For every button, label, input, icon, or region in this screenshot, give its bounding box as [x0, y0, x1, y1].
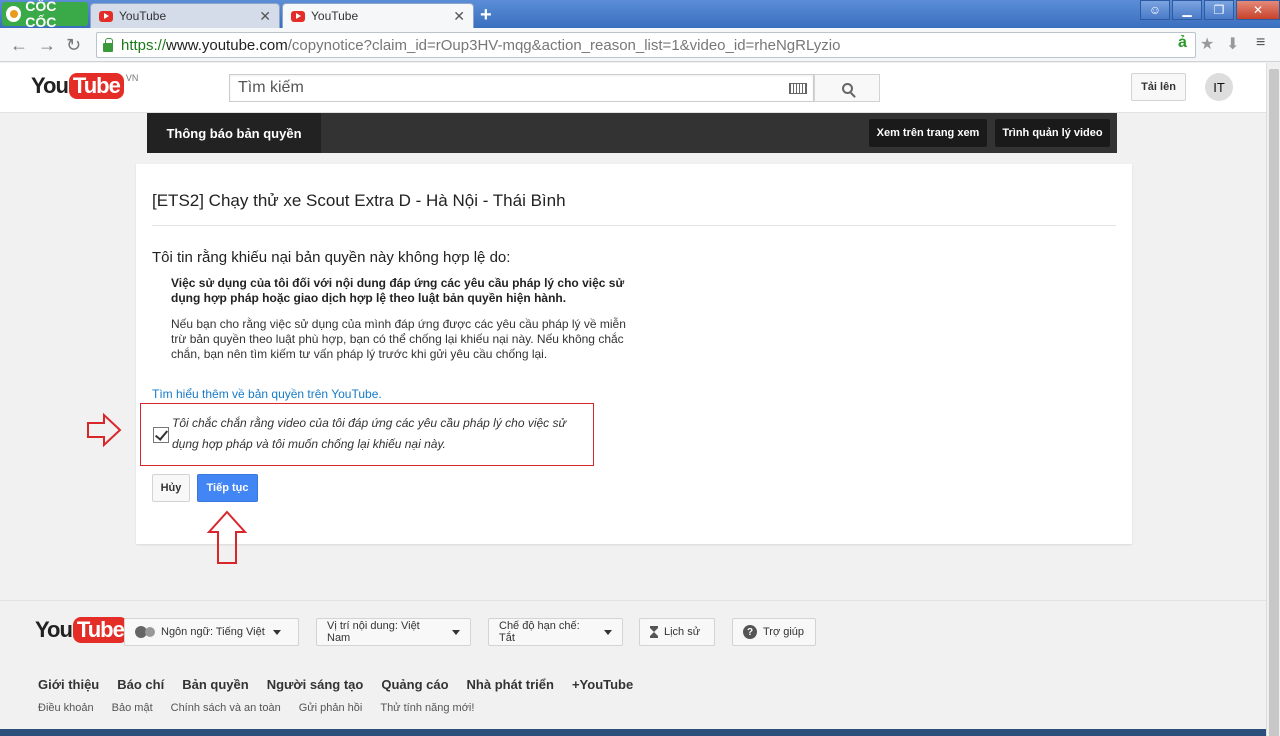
- url-path: /copynotice?claim_id=rOup3HV-mqg&action_…: [287, 36, 841, 54]
- youtube-logo[interactable]: You Tube VN: [31, 73, 138, 99]
- copyright-nav-bar: Thông báo bản quyền Xem trên trang xem T…: [147, 113, 1117, 153]
- lock-icon: [103, 37, 113, 52]
- browser-brand[interactable]: CỐC CỐC: [2, 0, 88, 30]
- footer-link-privacy[interactable]: Bảo mật: [112, 702, 153, 714]
- footer-links-primary: Giới thiệu Báo chí Bản quyền Người sáng …: [38, 677, 633, 692]
- address-bar[interactable]: https://www.youtube.com/copynotice?claim…: [96, 32, 1196, 58]
- footer-link-policy-safety[interactable]: Chính sách và an toàn: [171, 702, 281, 714]
- search-button[interactable]: [814, 74, 880, 102]
- confirm-checkbox[interactable]: [153, 427, 169, 443]
- language-button[interactable]: Ngôn ngữ: Tiếng Việt: [124, 618, 299, 646]
- dispute-lead: Tôi tin rằng khiếu nại bản quyền này khô…: [152, 249, 511, 266]
- bookmark-star-icon[interactable]: ★: [1200, 34, 1214, 54]
- menu-icon[interactable]: ≡: [1256, 34, 1265, 52]
- url-scheme: https://: [121, 36, 167, 54]
- keyboard-icon[interactable]: [789, 83, 807, 94]
- youtube-favicon-icon: [291, 10, 305, 22]
- footer-link-press[interactable]: Báo chí: [117, 677, 164, 692]
- chevron-down-icon: [604, 629, 612, 635]
- confirm-text: Tôi chắc chắn rằng video của tôi đáp ứng…: [172, 416, 567, 451]
- language-label: Ngôn ngữ: Tiếng Việt: [161, 626, 265, 638]
- reload-icon[interactable]: ↻: [66, 35, 81, 56]
- footer-youtube-logo[interactable]: You Tube: [35, 617, 128, 643]
- footer-link-copyright[interactable]: Bản quyền: [182, 677, 248, 692]
- footer-link-terms[interactable]: Điều khoản: [38, 702, 94, 714]
- dispute-card: [ETS2] Chạy thử xe Scout Extra D - Hà Nộ…: [136, 164, 1132, 544]
- chevron-down-icon: [272, 629, 281, 635]
- tab-title: YouTube: [311, 9, 359, 23]
- close-icon[interactable]: ✕: [259, 8, 271, 25]
- language-icon: [135, 626, 155, 638]
- cancel-button[interactable]: Hủy: [152, 474, 190, 502]
- url-host: www.youtube.com: [166, 36, 288, 54]
- footer-links-secondary: Điều khoản Bảo mật Chính sách và an toàn…: [38, 702, 474, 714]
- reason-heading: Việc sử dụng của tôi đối với nội dung đá…: [171, 276, 625, 305]
- forward-icon[interactable]: →: [38, 35, 56, 56]
- chevron-down-icon: [452, 629, 460, 635]
- scrollbar-thumb[interactable]: [1269, 69, 1279, 736]
- logo-region: VN: [125, 73, 139, 83]
- footer-link-plus-youtube[interactable]: +YouTube: [572, 677, 633, 692]
- confirmation-highlight: Tôi chắc chắn rằng video của tôi đáp ứng…: [140, 403, 594, 466]
- reason-detail: Nếu bạn cho rằng việc sử dụng của mình đ…: [171, 317, 626, 361]
- continue-button[interactable]: Tiếp tục: [197, 474, 258, 502]
- os-taskbar: [0, 729, 1266, 736]
- restore-icon[interactable]: ❐: [1204, 0, 1234, 20]
- learn-more-link[interactable]: Tìm hiểu thêm về bản quyền trên YouTube.: [152, 387, 382, 401]
- browser-tab-2[interactable]: YouTube ✕: [282, 3, 474, 28]
- close-icon[interactable]: ✕: [453, 8, 465, 25]
- logo-you: You: [31, 73, 69, 98]
- avatar[interactable]: IT: [1205, 73, 1233, 101]
- footer-link-about[interactable]: Giới thiệu: [38, 677, 99, 692]
- watch-page-button[interactable]: Xem trên trang xem: [869, 119, 987, 147]
- history-button[interactable]: Lịch sử: [639, 618, 715, 646]
- hourglass-icon: [650, 626, 658, 638]
- content-location-label: Vị trí nội dung: Việt Nam: [327, 620, 420, 644]
- browser-titlebar: CỐC CỐC YouTube ✕ YouTube ✕ + ☺ ▁ ❐ ✕: [0, 0, 1280, 30]
- download-icon[interactable]: ⬇: [1226, 34, 1239, 54]
- footer-link-try-new[interactable]: Thử tính năng mới!: [380, 702, 474, 714]
- search-placeholder: Tìm kiếm: [238, 79, 304, 96]
- search-input[interactable]: Tìm kiếm: [229, 74, 814, 102]
- video-title: [ETS2] Chạy thử xe Scout Extra D - Hà Nộ…: [152, 191, 1116, 226]
- footer-link-advertise[interactable]: Quảng cáo: [381, 677, 448, 692]
- dictionary-icon[interactable]: ả: [1178, 34, 1187, 52]
- help-icon: ?: [743, 625, 757, 639]
- coccoc-logo-icon: [6, 6, 22, 22]
- tab-title: YouTube: [119, 9, 167, 23]
- new-tab-button[interactable]: +: [480, 4, 492, 27]
- restricted-mode-label: Chế độ hạn chế: Tắt: [499, 620, 580, 644]
- logo-tube: Tube: [68, 73, 124, 99]
- search-icon: [841, 82, 853, 94]
- page-scrollbar[interactable]: [1266, 63, 1280, 736]
- youtube-header: You Tube VN Tìm kiếm Tải lên IT: [0, 63, 1266, 113]
- help-label: Trợ giúp: [763, 626, 805, 638]
- window-close-icon[interactable]: ✕: [1236, 0, 1280, 20]
- youtube-favicon-icon: [99, 10, 113, 22]
- page-title: Thông báo bản quyền: [147, 113, 321, 153]
- browser-toolbar: ← → ↻ https://www.youtube.com/copynotice…: [0, 28, 1280, 62]
- browser-tab-1[interactable]: YouTube ✕: [90, 3, 280, 28]
- logo-you: You: [35, 617, 73, 642]
- up-arrow-annotation-icon: [206, 510, 248, 564]
- logo-tube: Tube: [72, 617, 128, 643]
- footer-link-developers[interactable]: Nhà phát triển: [467, 677, 554, 692]
- right-arrow-annotation-icon: [87, 412, 122, 448]
- user-icon[interactable]: ☺: [1140, 0, 1170, 20]
- upload-button[interactable]: Tải lên: [1131, 73, 1186, 101]
- video-manager-button[interactable]: Trình quản lý video: [995, 119, 1110, 147]
- content-location-button[interactable]: Vị trí nội dung: Việt Nam: [316, 618, 471, 646]
- footer-link-creators[interactable]: Người sáng tạo: [267, 677, 364, 692]
- restricted-mode-button[interactable]: Chế độ hạn chế: Tắt: [488, 618, 623, 646]
- minimize-icon[interactable]: ▁: [1172, 0, 1202, 20]
- page-footer: You Tube Ngôn ngữ: Tiếng Việt Vị trí nội…: [0, 600, 1266, 736]
- footer-link-feedback[interactable]: Gửi phản hồi: [299, 702, 363, 714]
- history-label: Lịch sử: [664, 626, 701, 638]
- back-icon[interactable]: ←: [10, 35, 28, 56]
- window-controls: ☺ ▁ ❐ ✕: [1138, 0, 1280, 20]
- help-button[interactable]: ? Trợ giúp: [732, 618, 816, 646]
- browser-brand-label: CỐC CỐC: [25, 0, 57, 30]
